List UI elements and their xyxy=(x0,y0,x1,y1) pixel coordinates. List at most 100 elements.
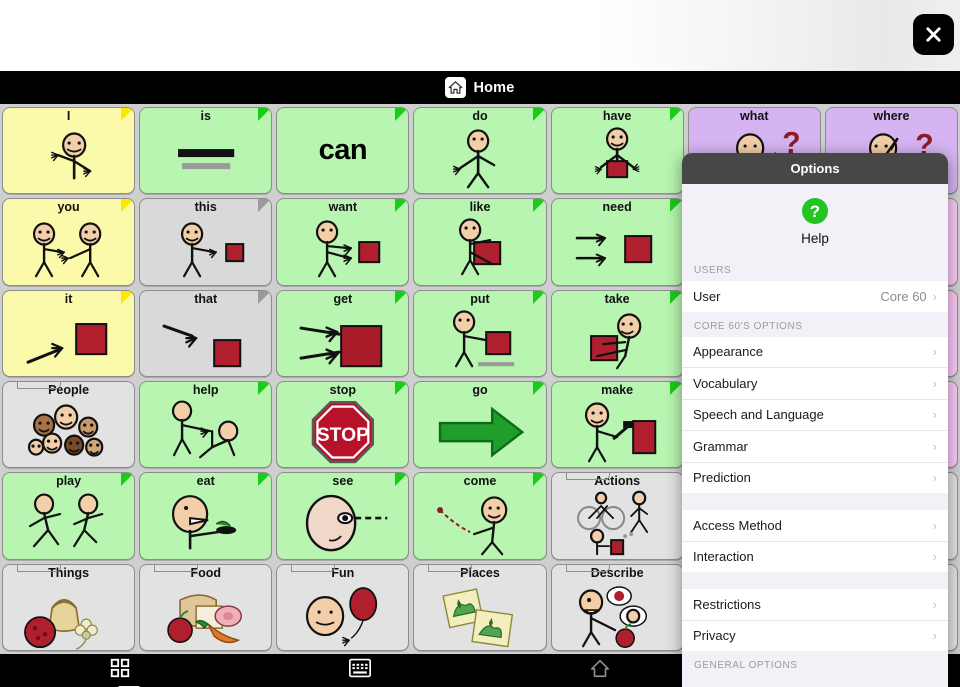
cell-artwork: can xyxy=(277,108,408,193)
grid-cell-play[interactable]: play xyxy=(2,472,136,560)
grid-view-button[interactable] xyxy=(0,657,240,684)
grid-cell-help[interactable]: help xyxy=(139,381,273,469)
grid-cell-see[interactable]: see xyxy=(276,472,410,560)
options-row-label: User xyxy=(693,288,721,304)
grid-cell-describe[interactable]: Describe xyxy=(550,563,684,651)
cell-flag-icon xyxy=(395,290,409,304)
grid-cell-actions[interactable]: Actions xyxy=(550,472,684,560)
grid-cell-go[interactable]: go xyxy=(413,381,547,469)
options-row-label: Restrictions xyxy=(693,596,761,612)
options-row-speech-and-language[interactable]: Speech and Language › xyxy=(682,399,948,431)
grid-cell-need[interactable]: need xyxy=(550,198,684,286)
cell-artwork-face-with-eye-line xyxy=(277,488,408,558)
home-icon[interactable] xyxy=(445,77,467,98)
options-section-header: GENERAL OPTIONS xyxy=(682,651,948,676)
grid-cell-that[interactable]: that xyxy=(139,289,273,377)
grid-cell-want[interactable]: want xyxy=(276,198,410,286)
grid-cell-put[interactable]: put xyxy=(413,289,547,377)
options-section-header: CORE 60'S OPTIONS xyxy=(682,311,948,337)
grid-cell-fun[interactable]: Fun xyxy=(276,563,410,651)
options-section-spacer xyxy=(682,572,948,589)
cell-label: eat xyxy=(196,474,215,489)
chevron-right-icon: › xyxy=(932,344,937,360)
grid-cell-have[interactable]: have xyxy=(550,107,684,195)
cell-flag-icon xyxy=(669,290,683,304)
cell-label: see xyxy=(332,474,354,489)
cell-flag-icon xyxy=(395,473,409,487)
cell-label: this xyxy=(194,200,217,215)
cell-artwork-basket-ball-flower xyxy=(3,580,134,650)
grid-cell-can[interactable]: can xyxy=(276,107,410,195)
cell-label: do xyxy=(472,109,488,123)
cell-flag-icon xyxy=(532,473,546,487)
options-row-vocabulary[interactable]: Vocabulary › xyxy=(682,368,948,400)
options-row-interaction[interactable]: Interaction › xyxy=(682,541,948,572)
options-row-label: Speech and Language xyxy=(693,407,824,423)
options-row-grammar[interactable]: Grammar › xyxy=(682,431,948,463)
keyboard-button[interactable] xyxy=(240,658,480,683)
folder-tab-icon xyxy=(291,564,336,572)
options-row-label: Prediction xyxy=(693,470,751,486)
help-button[interactable]: ? Help xyxy=(682,184,948,256)
grid-cell-you[interactable]: you xyxy=(2,198,136,286)
grid-cell-people[interactable]: People xyxy=(2,381,136,469)
options-row-appearance[interactable]: Appearance › xyxy=(682,336,948,368)
grid-cell-eat[interactable]: eat xyxy=(139,472,273,560)
grid-icon xyxy=(109,657,131,684)
cell-label: get xyxy=(333,291,353,306)
options-row-group: Restrictions › Privacy › xyxy=(682,589,948,651)
cell-flag-icon xyxy=(669,199,683,213)
grid-cell-food[interactable]: Food xyxy=(139,563,273,651)
cell-label: put xyxy=(470,291,490,306)
cell-label: is xyxy=(200,109,211,123)
grid-cell-things[interactable]: Things xyxy=(2,563,136,651)
options-row-access-method[interactable]: Access Method › xyxy=(682,510,948,542)
grid-cell-get[interactable]: get xyxy=(276,289,410,377)
grid-cell-i[interactable]: I xyxy=(2,107,136,195)
cell-artwork-two-people-pointing xyxy=(3,214,134,284)
cell-label: need xyxy=(602,200,632,215)
cell-artwork-hand-pointing-box xyxy=(3,306,134,376)
cell-artwork-person-hugging-box xyxy=(414,214,545,284)
grid-cell-this[interactable]: this xyxy=(139,198,273,286)
options-list[interactable]: ? Help USERS User Core 60 › CORE 60'S OPTIONS A… xyxy=(682,184,948,687)
grid-cell-it[interactable]: it xyxy=(2,289,136,377)
options-row-group: User Core 60 › xyxy=(682,281,948,312)
grid-cell-take[interactable]: take xyxy=(550,289,684,377)
grid-cell-like[interactable]: like xyxy=(413,198,547,286)
cell-flag-icon xyxy=(258,290,272,304)
app-header: Home xyxy=(0,71,960,104)
options-row-label: Vocabulary xyxy=(693,375,758,391)
cell-label: can xyxy=(318,134,368,167)
chevron-right-icon: › xyxy=(932,407,937,423)
grid-cell-places[interactable]: Places xyxy=(413,563,547,651)
options-row-privacy[interactable]: Privacy › xyxy=(682,620,948,651)
options-row-user[interactable]: User Core 60 › xyxy=(682,281,948,312)
grid-cell-make[interactable]: make xyxy=(550,381,684,469)
cell-label: where xyxy=(873,109,910,123)
cell-flag-icon xyxy=(532,199,546,213)
grid-cell-do[interactable]: do xyxy=(413,107,547,195)
grid-cell-is[interactable]: is xyxy=(139,107,273,195)
grid-cell-stop[interactable]: stop STOP xyxy=(276,381,410,469)
cell-label: what xyxy=(740,109,769,123)
options-row-group: Access Method › Interaction › xyxy=(682,510,948,572)
cell-flag-icon xyxy=(395,382,409,395)
chevron-right-icon: › xyxy=(932,596,937,612)
chevron-right-icon: › xyxy=(932,375,937,391)
cell-label: have xyxy=(602,109,632,123)
close-window-button[interactable] xyxy=(913,14,954,55)
options-row-value: Core 60 xyxy=(880,288,927,304)
keyboard-icon xyxy=(349,658,371,683)
options-row-prediction[interactable]: Prediction › xyxy=(682,462,948,493)
grid-cell-come[interactable]: come xyxy=(413,472,547,560)
options-row-restrictions[interactable]: Restrictions › xyxy=(682,589,948,621)
folder-tab-icon xyxy=(154,564,199,572)
cell-artwork-person-pointing-self xyxy=(3,123,134,193)
cell-flag-icon xyxy=(121,108,135,121)
cell-artwork-bread-apple-carrot-ham xyxy=(140,580,271,650)
cell-label: you xyxy=(57,200,80,215)
cell-label: take xyxy=(604,291,630,306)
cell-flag-icon xyxy=(121,290,135,304)
cell-artwork-green-arrow-right xyxy=(414,397,545,467)
